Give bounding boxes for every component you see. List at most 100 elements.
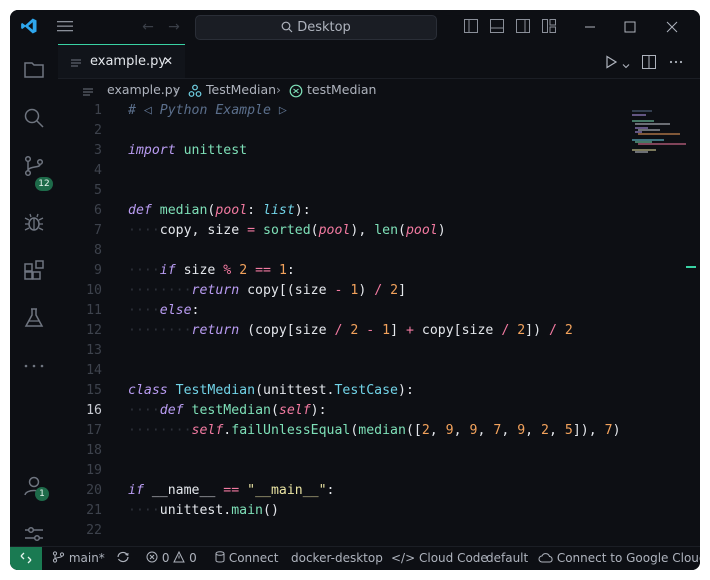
toggle-secondary-sidebar-icon[interactable] [514,10,532,44]
warning-count: 0 [189,551,197,565]
extensions-icon[interactable] [22,258,46,282]
line-number: 5 [94,183,102,198]
connect-status[interactable]: Connect [215,547,278,570]
tab-close-icon[interactable]: ✕ [163,45,173,78]
breadcrumb-class[interactable]: TestMedian [206,79,276,101]
vscode-window: ← → Desktop 12 1 example.py ✕ example.py… [10,10,700,570]
sync-button[interactable] [116,547,130,570]
problems-status[interactable]: 0 0 [146,547,197,570]
google-cloud-status[interactable]: Connect to Google Cloud [538,547,700,570]
manage-settings-icon[interactable] [22,522,46,546]
more-actions-icon[interactable] [668,54,684,73]
scrollbar-marker[interactable] [686,266,696,268]
remote-indicator-button[interactable] [10,547,42,570]
code-text: if __name__ == "__main__": [128,483,335,498]
cloud-code-label: Cloud Code [418,551,488,565]
breadcrumb-separator-icon: › [276,82,281,97]
code-line: 18 [58,441,658,461]
run-options-chevron-down-icon[interactable] [621,56,631,75]
code-text: ····else: [128,303,200,318]
line-number: 12 [86,323,102,338]
activity-bar: 12 1 [10,44,58,546]
toggle-primary-sidebar-icon[interactable] [462,10,480,44]
code-line: 3 import unittest [58,141,658,161]
database-icon [215,551,225,563]
code-line: 22 [58,521,658,541]
back-arrow-icon[interactable]: ← [138,10,158,44]
breadcrumb-file[interactable]: example.py [107,79,180,101]
breadcrumb-method[interactable]: testMedian [307,79,376,101]
line-number: 19 [86,463,102,478]
menu-icon[interactable] [54,10,76,44]
maximize-icon[interactable] [618,10,642,44]
code-text: ········return copy[(size - 1) / 2] [128,283,407,298]
line-number: 4 [94,163,102,178]
command-center-search[interactable]: Desktop [195,15,437,40]
toggle-panel-icon[interactable] [488,10,506,44]
line-number: 22 [86,523,102,538]
google-cloud-label: Connect to Google Cloud [556,551,700,565]
source-control-badge: 12 [35,177,53,191]
explorer-icon[interactable] [22,58,46,82]
accounts-badge: 1 [35,487,49,501]
remote-icon [20,552,32,564]
search-icon[interactable] [22,106,46,130]
testing-flask-icon[interactable] [22,306,46,330]
code-line: 10 ········return copy[(size - 1) / 2] [58,281,658,301]
forward-arrow-icon[interactable]: → [164,10,184,44]
code-text: ····if size % 2 == 1: [128,263,295,278]
tab-example-py[interactable]: example.py ✕ [58,44,185,78]
branch-status[interactable]: main* [52,547,105,570]
line-number: 15 [86,383,102,398]
breadcrumb-separator-icon: › [174,82,179,97]
split-editor-icon[interactable] [642,54,656,73]
code-text: ····copy, size = sorted(pool), len(pool) [128,223,446,238]
cloud-code-status[interactable]: </> Cloud Code [391,547,488,570]
code-text: # ◁ Python Example ▷ [128,103,287,118]
source-control-icon[interactable] [22,154,46,178]
default-project-status[interactable]: default [486,547,528,570]
code-line: 5 [58,181,658,201]
run-debug-icon[interactable] [22,210,46,234]
line-number: 2 [94,123,102,138]
code-line: 20 if __name__ == "__main__": [58,481,658,501]
search-label: Desktop [297,20,351,35]
code-text: ····unittest.main() [128,503,279,518]
line-number: 9 [94,263,102,278]
code-line: 2 [58,121,658,141]
code-line: 21 ····unittest.main() [58,501,658,521]
code-line: 13 [58,341,658,361]
connect-label: Connect [228,551,279,565]
search-icon [281,21,293,33]
customize-layout-icon[interactable] [540,10,558,44]
code-text: ····def testMedian(self): [128,403,327,418]
docker-context-status[interactable]: docker-desktop [291,547,383,570]
run-python-icon[interactable] [604,54,618,73]
editor-tab-bar: example.py ✕ [58,44,700,79]
tab-label: example.py [90,54,167,69]
line-number: 20 [86,483,102,498]
more-views-icon[interactable] [22,354,46,378]
line-number: 6 [94,203,102,218]
line-number: 11 [86,303,102,318]
branch-name: main* [68,551,105,565]
code-line: 17 ········self.failUnlessEqual(median([2… [58,421,658,441]
minimap[interactable] [630,109,690,169]
close-window-icon[interactable] [660,10,684,44]
status-bar: main* 0 0 Connect docker-desktop </> Clo… [10,546,700,570]
line-number: 14 [86,363,102,378]
vscode-logo-icon [18,10,40,44]
code-line: 12 ········return (copy[size / 2 - 1] + c… [58,321,658,341]
error-count: 0 [161,551,170,565]
minimize-icon[interactable] [578,10,602,44]
code-line: 19 [58,461,658,481]
code-text: def median(pool: list): [128,203,311,218]
line-number: 10 [86,283,102,298]
warning-icon [173,550,186,563]
python-file-icon [70,55,82,74]
code-editor[interactable]: 1 # ◁ Python Example ▷ 2 3 import unittest… [58,101,700,546]
breadcrumb: example.py › TestMedian › testMedian [58,79,700,101]
code-line: 6 def median(pool: list): [58,201,658,221]
code-text: ········self.failUnlessEqual(median([2, … [128,423,621,438]
line-number: 3 [94,143,102,158]
